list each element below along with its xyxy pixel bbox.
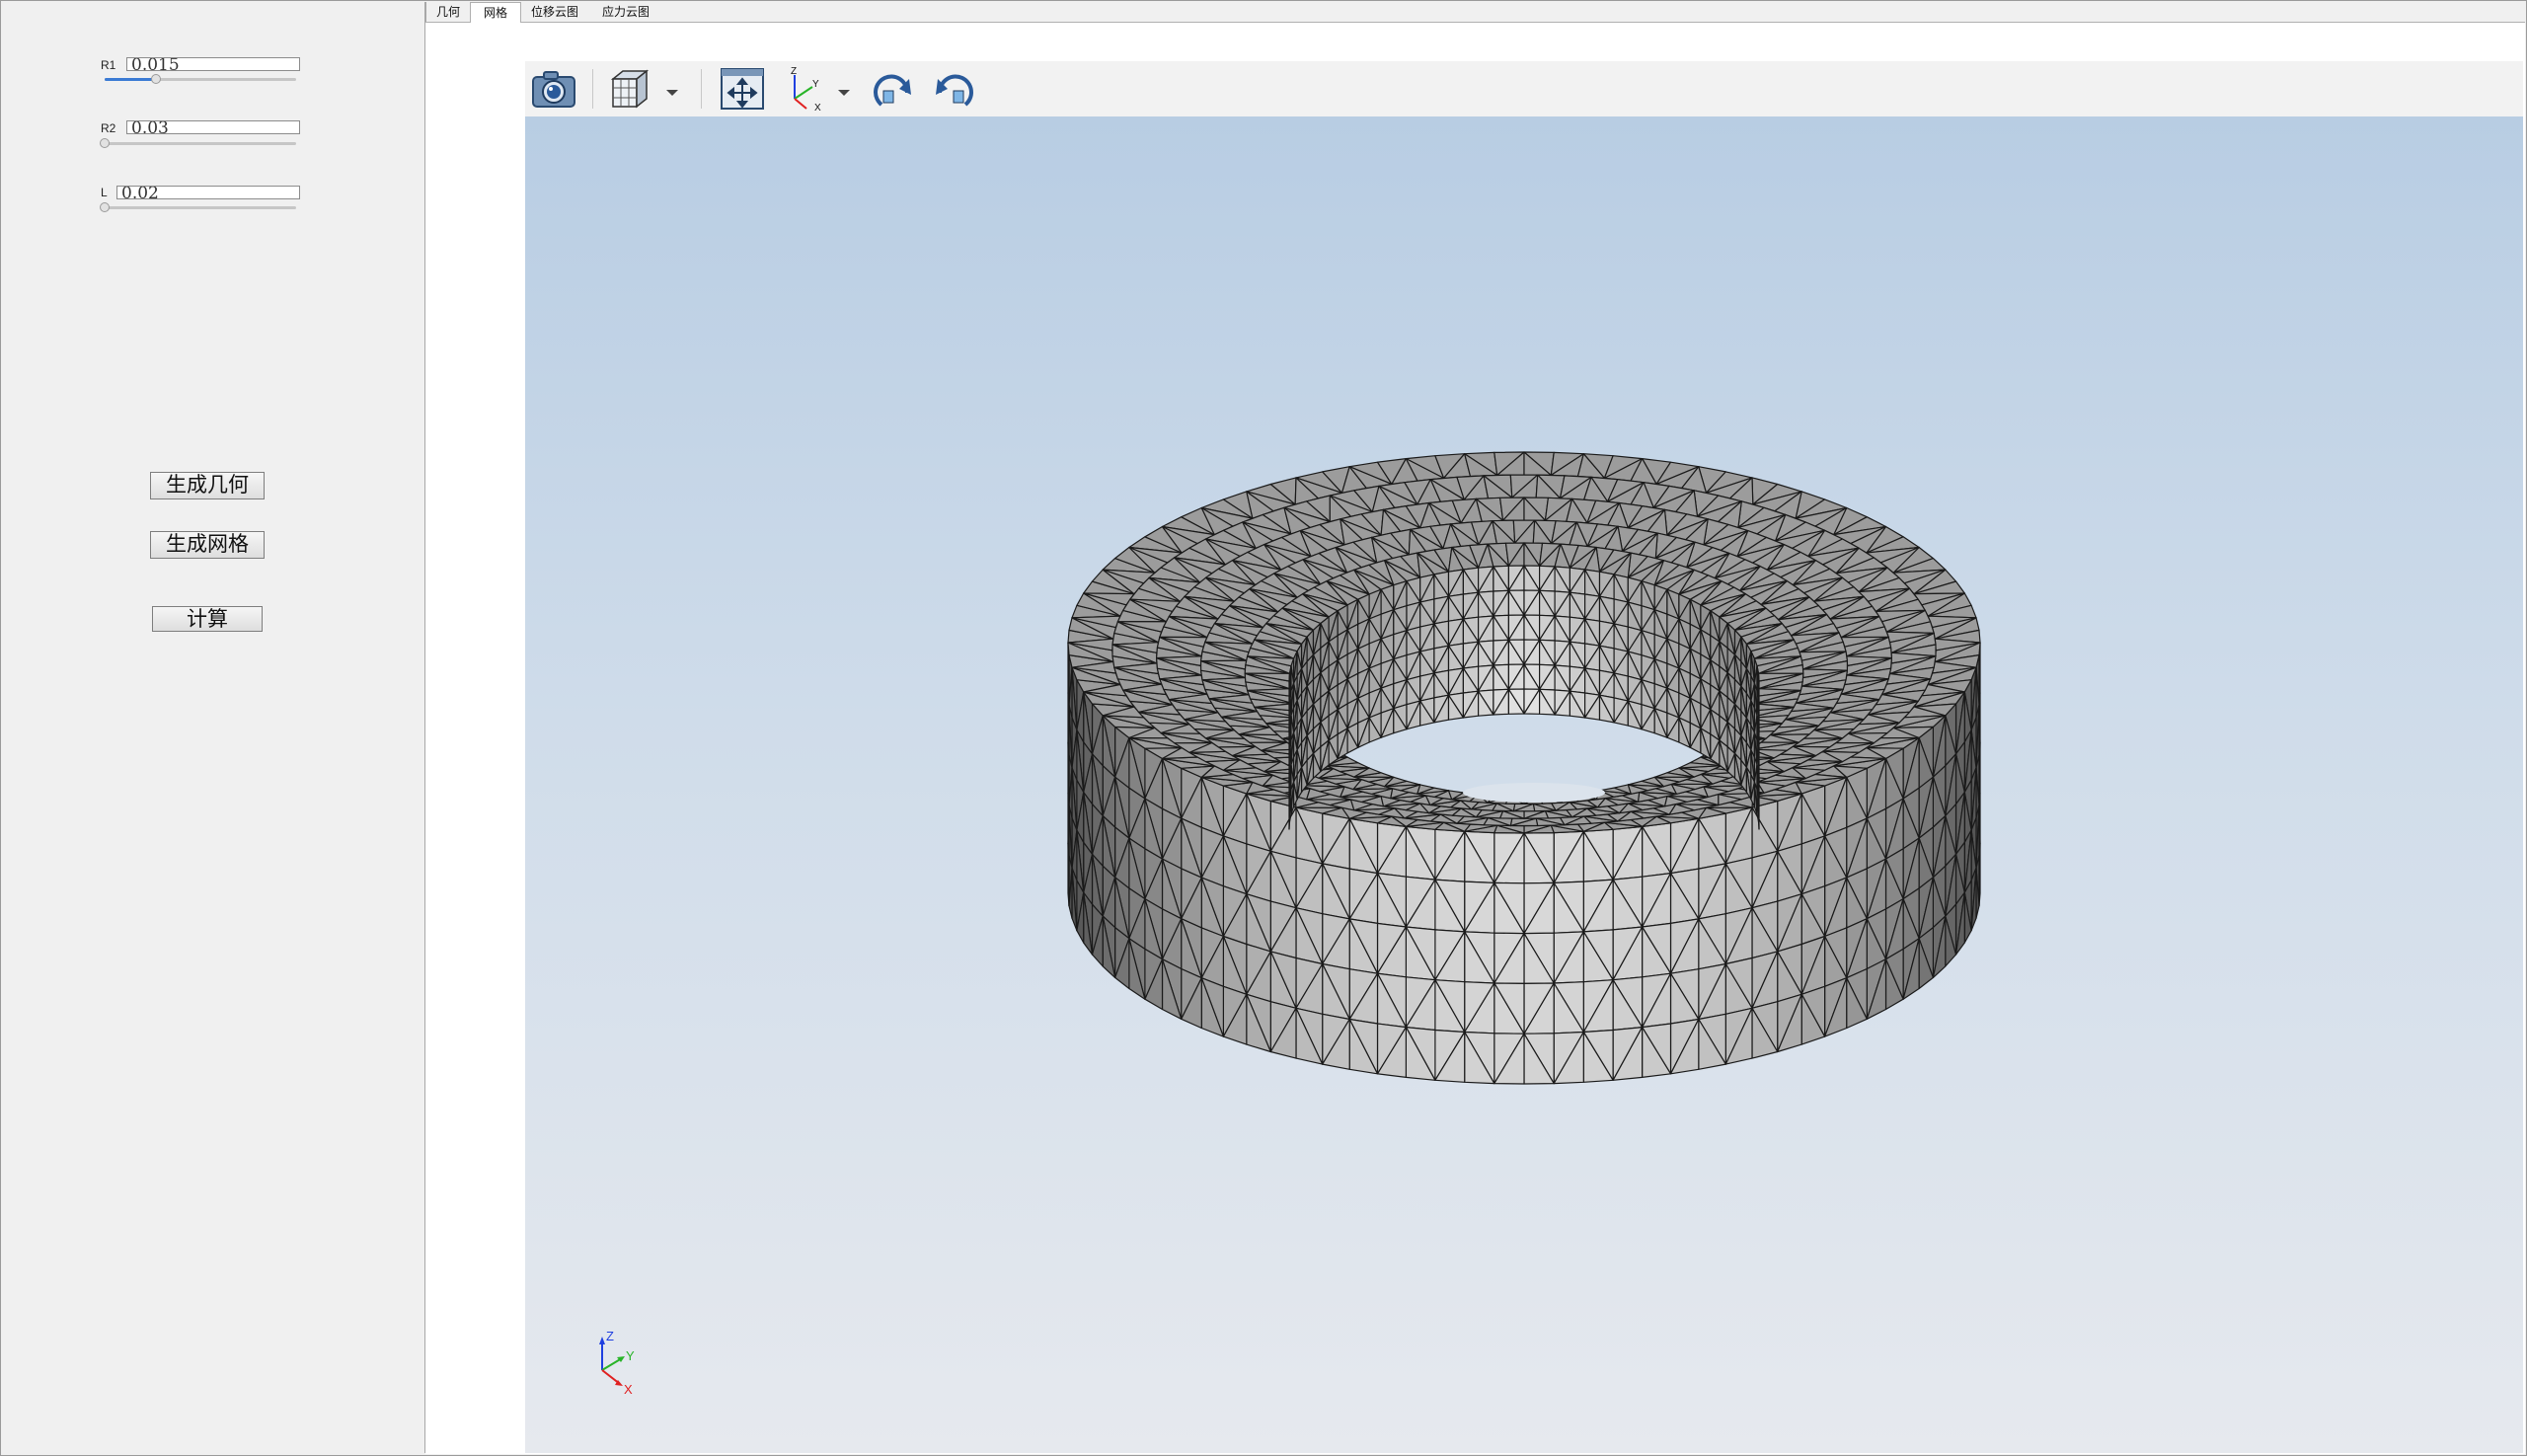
tab-stress-contour[interactable]: 应力云图 <box>592 2 659 22</box>
l-slider[interactable] <box>100 202 296 212</box>
l-label: L <box>101 186 108 199</box>
r2-slider-thumb[interactable] <box>100 138 110 148</box>
r1-input[interactable]: 0.015 <box>126 57 300 71</box>
r2-input[interactable]: 0.03 <box>126 120 300 134</box>
triad-x-label: X <box>624 1382 633 1397</box>
meshed-annulus-model[interactable] <box>525 116 2523 1453</box>
l-input[interactable]: 0.02 <box>116 186 300 199</box>
r2-slider[interactable] <box>100 138 296 148</box>
l-slider-thumb[interactable] <box>100 202 110 212</box>
tab-mesh[interactable]: 网格 <box>470 2 521 23</box>
hole-opening <box>1463 783 1605 803</box>
generate-mesh-button[interactable]: 生成网格 <box>150 531 265 559</box>
triad-z-label: Z <box>606 1329 614 1343</box>
r1-slider[interactable] <box>105 74 296 84</box>
fit-all-icon[interactable] <box>718 65 767 113</box>
axes-view-icon[interactable]: Z Y X <box>782 65 831 113</box>
axes-view-dropdown-icon[interactable] <box>837 83 851 102</box>
view-cube-icon[interactable] <box>606 65 655 113</box>
tab-displacement-contour[interactable]: 位移云图 <box>525 2 584 22</box>
compute-button[interactable]: 计算 <box>152 606 263 632</box>
triad-y-label: Y <box>626 1348 635 1363</box>
view-cube-dropdown-icon[interactable] <box>665 83 679 102</box>
generate-geometry-button[interactable]: 生成几何 <box>150 472 265 499</box>
parameter-panel: R1 0.015 R2 0.03 L 0.02 生成几何 生成网格 计算 <box>2 2 426 1453</box>
toolbar-separator <box>592 69 593 109</box>
3d-viewport[interactable]: Z Y X <box>525 116 2523 1453</box>
camera-icon[interactable] <box>529 65 578 113</box>
tab-geometry[interactable]: 几何 <box>428 2 468 22</box>
r1-label: R1 <box>101 58 116 72</box>
mesh-element <box>1757 796 1760 830</box>
toolbar-separator <box>701 69 702 109</box>
axes-view-y-label: Y <box>812 79 819 90</box>
axes-view-z-label: Z <box>791 66 797 77</box>
axes-view-x-label: X <box>814 103 821 113</box>
rotate-cw-icon[interactable] <box>869 65 918 113</box>
r1-slider-fill <box>105 78 157 81</box>
r1-slider-thumb[interactable] <box>151 74 162 84</box>
r2-label: R2 <box>101 121 116 135</box>
orientation-triad: Z Y X <box>599 1329 635 1397</box>
rotate-ccw-icon[interactable] <box>929 65 978 113</box>
